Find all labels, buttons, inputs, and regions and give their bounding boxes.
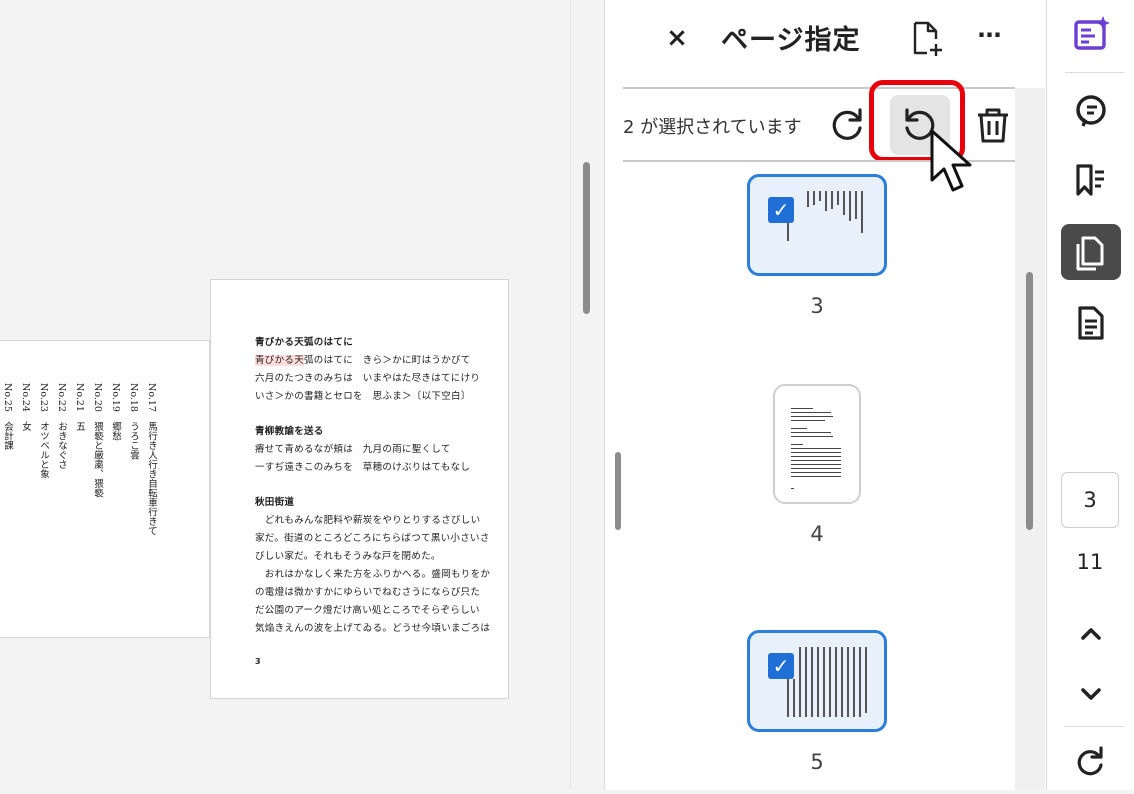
rotate-clockwise-icon — [832, 108, 862, 140]
poem-line: いさ＞かの書籍とセロを 思ふま＞〔以下空白〕 — [255, 391, 471, 402]
mouse-cursor-icon — [930, 129, 972, 192]
poem-title: 秋田街道 — [255, 497, 295, 508]
toc-line: No.19 郷愁 — [110, 383, 121, 441]
panel-scrollbar[interactable] — [1026, 272, 1033, 530]
thumbnail-image — [763, 183, 873, 267]
toc-line: No.21 五 — [74, 383, 85, 431]
current-page-input[interactable]: 3 — [1061, 472, 1119, 528]
divider — [1065, 72, 1125, 73]
thumbnail-page-number: 3 — [810, 294, 824, 318]
thumbnail-image — [787, 396, 849, 494]
document-page-3: 青びかる天弧のはてに 青びかる天弧のはてに きら＞かに町はうかびて 六月のたつき… — [210, 279, 509, 699]
ai-assistant-icon — [1074, 16, 1110, 50]
prose-line: 家だ。街道のところどころにちらばつて黒い小さいさ — [255, 533, 490, 544]
selection-count: 2 が選択されています — [623, 117, 802, 138]
close-icon[interactable]: × — [661, 22, 693, 54]
toc-line: No.24 女 — [20, 383, 31, 431]
insert-page-button[interactable] — [909, 20, 945, 58]
divider — [1065, 726, 1125, 727]
chevron-up-icon — [1081, 628, 1101, 640]
total-pages: 11 — [1076, 550, 1104, 574]
page-thumbnail-5[interactable]: ✓ — [747, 630, 887, 732]
organize-pages-panel: × ページ指定 ⋯ 2 が選択されています ✓ 3 4 ✓ 5 — [604, 0, 1046, 790]
tool-rail: 3 11 — [1046, 0, 1134, 790]
panel-scrollbar-left[interactable] — [615, 452, 621, 530]
prose-line: びしい家だ。それもそうみな戸を閉めた。 — [255, 551, 441, 562]
poem-title: 青びかる天弧のはてに — [255, 337, 354, 348]
document-divider — [570, 0, 571, 790]
prose-line: 気焔きえんの波を上げてゐる。どうせ今頃いまごろは — [255, 623, 491, 634]
comment-button[interactable] — [1061, 82, 1121, 138]
toc-line: No.20 猥褻と厳粛、猥褻 — [92, 383, 103, 498]
page-properties-button[interactable] — [1061, 296, 1121, 352]
panel-title: ページ指定 — [721, 25, 861, 56]
poem-line: 瘠せて青めるなが頬は 九月の雨に聖くして — [255, 444, 451, 455]
toc-line: No.25 会計課 — [2, 383, 13, 450]
ai-assistant-button[interactable] — [1061, 8, 1121, 64]
previous-page-button[interactable] — [1061, 606, 1121, 662]
prose-line: の電燈は微かすかにゆらいでねむさうにならび只た — [255, 587, 481, 598]
bookmark-icon — [1076, 164, 1104, 196]
poem-line: 一すぢ遠きこのみちを 草穂のけぶりはてもなし — [255, 462, 471, 473]
next-page-button[interactable] — [1061, 666, 1121, 722]
refresh-button[interactable] — [1061, 734, 1121, 790]
poem-title: 青柳教諭を送る — [255, 426, 324, 437]
poem-line: 青びかる天弧のはてに きら＞かに町はうかびて — [255, 355, 471, 366]
checkbox-checked-icon[interactable]: ✓ — [768, 197, 794, 223]
thumbnail-page-number: 4 — [810, 522, 824, 546]
document-view[interactable]: No.17 馬行き人行き自転車行きて No.18 うろこ雲 No.19 郷愁 N… — [0, 0, 604, 790]
chevron-down-icon — [1081, 688, 1101, 700]
prose-line: どれもみんな肥料や薪炭をやりとりするさびしい — [255, 515, 481, 526]
comment-icon — [1076, 95, 1106, 127]
bookmarks-button[interactable] — [1061, 152, 1121, 208]
more-options-icon[interactable]: ⋯ — [971, 20, 1007, 56]
poem-line: 六月のたつきのみちは いまやはた尽きはてにけり — [255, 373, 481, 384]
checkbox-checked-icon[interactable]: ✓ — [768, 653, 794, 679]
document-page-2: No.17 馬行き人行き自転車行きて No.18 うろこ雲 No.19 郷愁 N… — [0, 340, 210, 638]
prose-line: だ公園のアーク燈だけ高い処ところでそらぞらしい — [255, 605, 480, 616]
rotate-clockwise-icon — [1077, 746, 1103, 776]
toc-line: No.22 おきなぐさ — [56, 383, 67, 469]
page-thumbnail-3[interactable]: ✓ — [747, 174, 887, 276]
file-plus-icon — [913, 21, 942, 56]
thumbnail-page-number: 5 — [810, 750, 824, 774]
prose-line: おれはかなしく来た方をふりかへる。盛岡もりをか — [255, 569, 491, 580]
document-icon — [1078, 306, 1104, 340]
pages-icon — [1076, 236, 1104, 271]
toc-line: No.23 オツベルと象 — [38, 383, 49, 479]
document-scrollbar[interactable] — [583, 162, 590, 314]
page-thumbnail-4[interactable] — [773, 384, 861, 504]
organize-pages-button[interactable] — [1061, 224, 1121, 280]
thumbnail-image — [763, 639, 873, 723]
rotate-clockwise-button[interactable] — [825, 104, 869, 148]
toc-line: No.17 馬行き人行き自転車行きて — [146, 383, 157, 536]
toc-line: No.18 うろこ雲 — [128, 383, 139, 460]
page-number: 3 — [255, 657, 261, 666]
